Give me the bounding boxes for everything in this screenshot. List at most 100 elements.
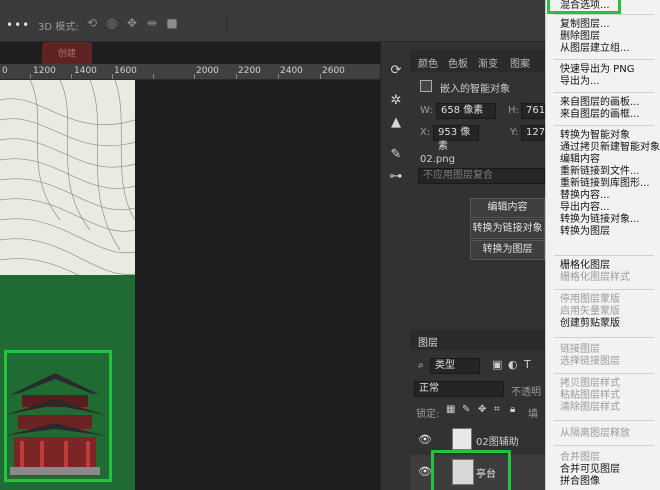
menu-item-edit-contents[interactable]: 编辑内容	[560, 154, 600, 166]
menu-item-link-layers: 链接图层	[560, 344, 600, 355]
rotate-3d-icon[interactable]: ⟲	[84, 16, 100, 30]
menu-item-frame-from-layers[interactable]: 来自图层的画框...	[560, 109, 640, 121]
lock-artboard-icon[interactable]: ⌗	[494, 404, 500, 415]
menu-divider	[554, 289, 654, 290]
menu-item-convert-smart-object[interactable]: 转换为智能对象	[560, 130, 630, 142]
menu-item-duplicate-layer[interactable]: 复制图层...	[560, 19, 610, 31]
menu-item-convert-linked[interactable]: 转换为链接对象...	[560, 214, 640, 226]
adjust-icon[interactable]: ⊶	[388, 170, 404, 184]
menu-item-copy-style: 拷贝图层样式	[560, 378, 620, 389]
menu-item-group-from-layers[interactable]: 从图层建立组...	[560, 43, 630, 55]
layer-name[interactable]: 02图辅助	[476, 433, 519, 448]
tab-gradient[interactable]: 渐变	[478, 55, 498, 70]
y-field[interactable]: 1279	[521, 125, 551, 141]
ruler-tick	[236, 74, 237, 79]
menu-item-convert-layers[interactable]: 转换为图层	[560, 226, 610, 238]
menu-divider	[554, 373, 654, 374]
ruler-label: 2000	[196, 66, 219, 76]
fill-label: 填	[528, 409, 538, 420]
toolbar-divider	[226, 14, 227, 34]
layer-thumbnail	[452, 428, 472, 450]
menu-item-relink-library[interactable]: 重新链接到库图形...	[560, 178, 650, 190]
tab-layers[interactable]: 图层	[418, 334, 438, 349]
filter-adjust-icon[interactable]: ◐	[508, 358, 518, 371]
x-field[interactable]: 953 像素	[433, 125, 479, 152]
menu-item-relink-file[interactable]: 重新链接到文件...	[560, 166, 640, 178]
visibility-eye-icon[interactable]: 👁︎	[418, 433, 432, 446]
filter-image-icon[interactable]: ▣	[492, 358, 502, 371]
menu-item-quick-export-png[interactable]: 快速导出为 PNG	[560, 64, 634, 76]
x-label: X:	[420, 127, 431, 138]
menu-item-replace-contents[interactable]: 替换内容...	[560, 190, 610, 202]
ruler-tick	[71, 74, 72, 79]
menu-item-create-clipping-mask[interactable]: 创建剪贴蒙版	[560, 318, 620, 330]
filter-type-icon[interactable]: T	[524, 358, 531, 371]
ruler-label: 2600	[322, 66, 345, 76]
ruler-label: 2400	[280, 66, 303, 76]
width-label: W:	[420, 105, 433, 116]
panel-dock: ⟳ ✲ ▲ ✎ ⊶	[380, 42, 410, 490]
ruler-label: 1200	[33, 66, 56, 76]
ruler-tick	[153, 74, 154, 79]
roll-3d-icon[interactable]: ◎	[104, 16, 120, 30]
tab-color[interactable]: 颜色	[418, 55, 438, 70]
linked-file-name: 02.png	[420, 154, 455, 165]
menu-divider	[554, 255, 654, 256]
lock-pixels-icon[interactable]: ✎	[462, 404, 470, 415]
menu-item-new-smart-object-via-copy[interactable]: 通过拷贝新建智能对象	[560, 142, 660, 154]
blend-mode-select[interactable]: 正常	[414, 381, 504, 397]
more-options-button[interactable]: •••	[6, 18, 30, 32]
lock-position-icon[interactable]: ✥	[478, 404, 486, 415]
lock-all-icon[interactable]: 🔒︎	[510, 404, 515, 415]
menu-divider	[554, 420, 654, 421]
options-bar: ••• 3D 模式: ⟲ ◎ ✥ ⇹ ■	[0, 0, 545, 42]
menu-item-flatten-image[interactable]: 拼合图像	[560, 476, 600, 488]
layer-filter-select[interactable]: 类型	[430, 358, 480, 374]
convert-to-linked-button[interactable]: 转换为链接对象	[470, 219, 545, 239]
edit-contents-button[interactable]: 编辑内容	[470, 198, 545, 218]
visibility-eye-icon[interactable]: 👁︎	[418, 465, 432, 478]
ruler-label: 1600	[114, 66, 137, 76]
lock-transparency-icon[interactable]: ▦	[446, 404, 455, 415]
layer-row[interactable]: 👁︎ 02图辅助	[410, 425, 545, 453]
layer-highlight-box	[431, 450, 511, 490]
scale-3d-icon[interactable]: ■	[164, 16, 180, 30]
ruler-tick	[30, 74, 31, 79]
horizontal-ruler[interactable]: 0 1200 1400 1600 2000 2200 2400 2600	[0, 64, 380, 80]
document-canvas[interactable]	[0, 80, 380, 490]
menu-divider	[554, 14, 654, 15]
height-field[interactable]: 761	[521, 103, 545, 119]
menu-item-artboard-from-layers[interactable]: 来自图层的画板...	[560, 97, 640, 109]
menu-item-rasterize-style: 栅格化图层样式	[560, 272, 630, 283]
mode-3d-label: 3D 模式:	[38, 22, 79, 33]
ruler-tick	[278, 74, 279, 79]
menu-divider	[554, 445, 654, 446]
create-button[interactable]: 创建	[42, 42, 92, 66]
ruler-tick	[194, 74, 195, 79]
opacity-label: 不透明	[511, 387, 541, 398]
canvas-pasteboard	[135, 80, 380, 490]
slide-3d-icon[interactable]: ⇹	[144, 16, 160, 30]
menu-highlight-box	[547, 0, 621, 14]
menu-item-export-as[interactable]: 导出为...	[560, 76, 600, 88]
search-icon: ⌕	[418, 360, 424, 371]
context-menu: 混合选项... 复制图层... 删除图层 从图层建立组... 快速导出为 PNG…	[545, 0, 660, 490]
history-icon[interactable]: ⟳	[388, 64, 404, 78]
navigator-icon[interactable]: ✲	[388, 94, 404, 108]
tab-swatches[interactable]: 色板	[448, 55, 468, 70]
ruler-tick	[320, 74, 321, 79]
histogram-icon[interactable]: ▲	[388, 116, 404, 130]
menu-item-delete-layer[interactable]: 删除图层	[560, 31, 600, 43]
convert-to-layers-button[interactable]: 转换为图层	[470, 240, 545, 260]
tab-pattern[interactable]: 图案	[510, 55, 530, 70]
layer-comp-select[interactable]: 不应用图层复合	[418, 168, 545, 184]
drag-3d-icon[interactable]: ✥	[124, 16, 140, 30]
menu-item-release-isolation: 从隔离图层释放	[560, 428, 630, 439]
menu-divider	[554, 337, 654, 338]
menu-item-rasterize-layer[interactable]: 栅格化图层	[560, 260, 610, 272]
selection-highlight-box	[4, 350, 112, 482]
menu-item-merge-visible[interactable]: 合并可见图层	[560, 464, 620, 476]
width-field[interactable]: 658 像素	[436, 103, 496, 119]
menu-item-export-contents[interactable]: 导出内容...	[560, 202, 610, 214]
brush-icon[interactable]: ✎	[388, 148, 404, 162]
